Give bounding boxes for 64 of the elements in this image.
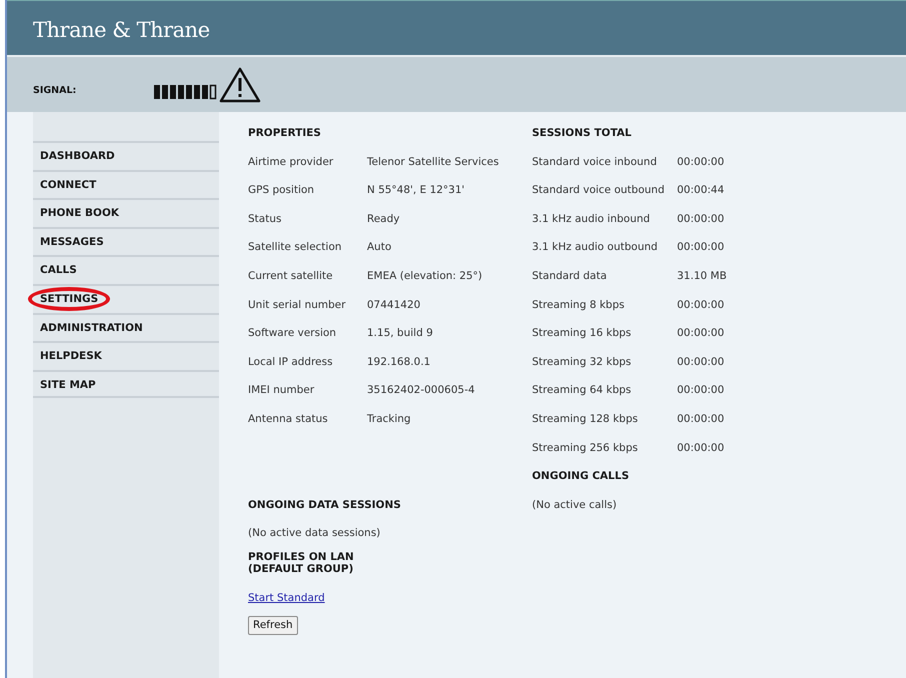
property-value: 00:00:00 bbox=[677, 154, 724, 170]
nav-link[interactable]: PHONE BOOK bbox=[33, 198, 219, 227]
property-label: Standard voice outbound bbox=[532, 183, 666, 198]
signal-strength-icon bbox=[153, 84, 219, 100]
section-heading: ONGOING CALLS bbox=[532, 469, 630, 484]
property-label: 3.1 kHz audio inbound bbox=[532, 212, 651, 227]
nav-link[interactable]: CONNECT bbox=[33, 170, 219, 198]
property-label: Streaming 32 kbps bbox=[532, 354, 632, 370]
property-label: GPS position bbox=[248, 183, 316, 198]
property-label: Standard data bbox=[532, 268, 608, 284]
property-label: Unit serial number bbox=[248, 298, 347, 313]
property-value: EMEA (elevation: 25°) bbox=[367, 268, 482, 284]
nav-link[interactable]: DASHBOARD bbox=[33, 141, 219, 170]
property-value: 07441420 bbox=[367, 298, 420, 313]
signal-label: SIGNAL: bbox=[33, 84, 76, 98]
property-label: Local IP address bbox=[248, 354, 334, 370]
property-value: 00:00:00 bbox=[677, 412, 724, 427]
warning-icon bbox=[219, 66, 261, 102]
info-text: (No active data sessions) bbox=[248, 526, 382, 542]
property-value: 35162402-000605-4 bbox=[367, 383, 475, 398]
nav-link[interactable]: ADMINISTRATION bbox=[33, 312, 219, 342]
property-label: Airtime provider bbox=[248, 154, 334, 170]
property-label: Streaming 256 kbps bbox=[532, 440, 639, 456]
property-value: 00:00:00 bbox=[677, 240, 724, 256]
property-label: IMEI number bbox=[248, 383, 316, 398]
property-label: Satellite selection bbox=[248, 240, 343, 256]
section-heading: SESSIONS TOTAL bbox=[532, 126, 632, 141]
nav-link[interactable]: MESSAGES bbox=[33, 226, 219, 256]
section-heading: PROPERTIES bbox=[248, 126, 322, 141]
property-value: Telenor Satellite Services bbox=[367, 154, 499, 170]
property-value: 00:00:00 bbox=[677, 354, 724, 370]
property-label: Streaming 16 kbps bbox=[532, 326, 632, 342]
property-value: 31.10 MB bbox=[677, 268, 727, 284]
property-value: 192.168.0.1 bbox=[367, 354, 430, 370]
property-value: Ready bbox=[367, 212, 400, 227]
property-value: 00:00:00 bbox=[677, 298, 724, 313]
property-label: Antenna status bbox=[248, 412, 329, 427]
property-label: Streaming 128 kbps bbox=[532, 412, 639, 427]
brand-logo: Thrane & Thrane bbox=[33, 18, 210, 42]
property-label: Software version bbox=[248, 326, 338, 342]
property-value: 00:00:00 bbox=[677, 212, 724, 227]
refresh-button[interactable]: Refresh bbox=[248, 616, 298, 636]
property-label: Standard voice inbound bbox=[532, 154, 658, 170]
property-label: Status bbox=[248, 212, 282, 227]
property-label: 3.1 kHz audio outbound bbox=[532, 240, 659, 256]
property-value: 00:00:00 bbox=[677, 326, 724, 342]
property-value: 00:00:44 bbox=[677, 183, 724, 198]
property-value: 00:00:00 bbox=[677, 440, 724, 456]
nav-link[interactable]: SITE MAP bbox=[33, 370, 219, 398]
property-value: Tracking bbox=[367, 412, 411, 427]
nav-link[interactable]: CALLS bbox=[33, 255, 219, 284]
property-value: 00:00:00 bbox=[677, 383, 724, 398]
property-value: 1.15, build 9 bbox=[367, 326, 433, 342]
info-text: (No active calls) bbox=[532, 498, 618, 513]
property-label: Current satellite bbox=[248, 268, 334, 284]
section-heading: PROFILES ON LAN (DEFAULT GROUP) bbox=[248, 550, 355, 575]
property-value: Auto bbox=[367, 240, 392, 256]
property-label: Streaming 8 kbps bbox=[532, 298, 626, 313]
property-value: N 55°48', E 12°31' bbox=[367, 183, 465, 198]
nav-link[interactable]: HELPDESK bbox=[33, 341, 219, 370]
section-heading: ONGOING DATA SESSIONS bbox=[248, 498, 402, 513]
property-label: Streaming 64 kbps bbox=[532, 383, 632, 398]
start-standard-link[interactable]: Start Standard bbox=[248, 586, 325, 616]
circled-nav-label[interactable]: SETTINGS bbox=[30, 288, 108, 309]
